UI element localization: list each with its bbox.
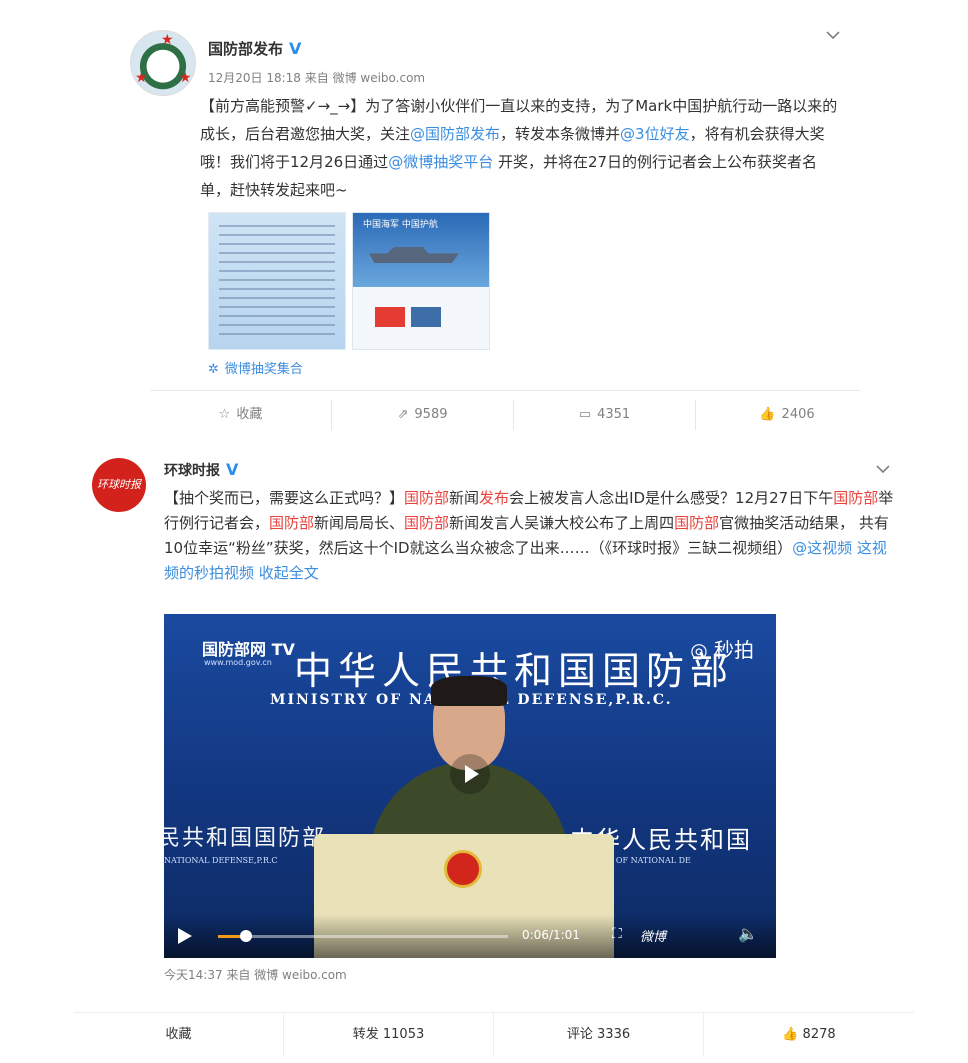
keyword-highlight: 国防部	[404, 514, 450, 532]
weibo-post-2: 环球时报 环球时报 V 【抽个奖而已，需要这么正式吗？】国防部新闻发布会上被发言人…	[74, 452, 914, 1056]
post-image-stamps[interactable]: 中国海军 中国护航	[352, 212, 490, 350]
action-star[interactable]: ☆ 收藏	[150, 400, 332, 430]
author-name[interactable]: 环球时报 V	[164, 460, 238, 480]
keyword-highlight: 国防部	[404, 489, 450, 507]
keyword-highlight: 国防部	[269, 514, 315, 532]
action-1[interactable]: 转发 11053	[284, 1013, 494, 1056]
verified-badge-icon: V	[226, 460, 239, 479]
like-icon: 👍	[782, 1027, 799, 1042]
progress-knob[interactable]	[240, 930, 253, 942]
backdrop-left-en: NATIONAL DEFENSE,P.R.C	[164, 856, 278, 865]
star-icon: ★	[135, 70, 148, 86]
lottery-collection-link[interactable]: ✲ 微博抽奖集合	[208, 358, 303, 377]
miaopai-logo: ◎ 秒拍	[690, 638, 754, 662]
post-meta: 12月20日 18:18 来自 微博 weibo.com	[208, 71, 426, 85]
star-icon: ★	[179, 70, 192, 86]
star-icon: ★	[161, 32, 174, 48]
stamp-blue	[411, 307, 441, 327]
sparkle-icon: ✲	[208, 362, 219, 377]
post-image-letter[interactable]	[208, 212, 346, 350]
chevron-down-icon[interactable]	[876, 462, 890, 476]
video-controls: 0:06/1:01 ⛶ 微博 🔈	[164, 914, 776, 958]
mention-link[interactable]: @3位好友	[620, 125, 690, 143]
text-span: ，转发本条微博并	[500, 125, 621, 143]
action-like[interactable]: 👍 2406	[696, 400, 878, 430]
text-span: 新闻局局长、	[314, 514, 405, 532]
image-caption: 中国海军 中国护航	[363, 220, 438, 230]
stamp-red	[375, 307, 405, 327]
author-avatar[interactable]: ★ ★ ★	[130, 30, 196, 96]
comment-icon: ▭	[578, 407, 592, 422]
action-3[interactable]: 👍 8278	[704, 1013, 914, 1056]
video-player[interactable]: 国防部网 TV www.mod.gov.cn 中华人民共和国国防部 MINIST…	[164, 614, 776, 958]
action-label: 2406	[781, 407, 815, 422]
volume-icon[interactable]: 🔈	[738, 924, 758, 943]
mention-link[interactable]: @微博抽奖平台	[388, 153, 493, 171]
action-label: 转发 11053	[352, 1027, 425, 1042]
mention-link[interactable]: @这视频	[792, 539, 852, 557]
author-avatar[interactable]: 环球时报	[92, 458, 146, 512]
video-net-logo: 国防部网 TV	[202, 640, 295, 659]
chevron-down-icon[interactable]	[826, 28, 840, 42]
keyword-highlight: 国防部	[674, 514, 720, 532]
keyword-highlight: 国防部	[833, 489, 879, 507]
text-span: 新闻发言人吴谦大校公布了上周四	[449, 514, 675, 532]
star-icon: ☆	[218, 407, 231, 422]
post-text: 【前方高能预警✓→_→】为了答谢小伙伴们一直以来的支持，为了Mark中国护航行动…	[200, 92, 840, 204]
action-label: 收藏	[165, 1027, 192, 1042]
backdrop-left-cn: 民共和国国防部	[164, 826, 327, 851]
action-label: 评论 3336	[566, 1027, 631, 1042]
action-label: 9589	[414, 407, 448, 422]
author-name[interactable]: 国防部发布 V	[208, 38, 301, 59]
fullscreen-icon[interactable]: ⛶	[612, 926, 622, 942]
like-icon: 👍	[759, 407, 776, 422]
action-label: 4351	[597, 407, 631, 422]
mention-link[interactable]: 收起全文	[259, 564, 319, 582]
action-2[interactable]: 评论 3336	[494, 1013, 704, 1056]
mention-link[interactable]: @国防部发布	[410, 125, 500, 143]
text-span: 会上被发言人念出ID是什么感受？12月27日下午	[509, 489, 834, 507]
play-icon[interactable]	[178, 928, 192, 944]
keyword-highlight: 发布	[479, 489, 510, 507]
post-meta: 今天14:37 来自 微博 weibo.com	[164, 968, 347, 982]
post-text: 【抽个奖而已，需要这么正式吗？】国防部新闻发布会上被发言人念出ID是什么感受？1…	[164, 486, 894, 586]
action-comment[interactable]: ▭ 4351	[514, 400, 696, 430]
verified-badge-icon: V	[289, 39, 302, 58]
post-action-bar: 收藏 转发 11053 评论 3336 👍 8278	[74, 1012, 914, 1056]
play-overlay-icon[interactable]	[450, 754, 490, 794]
action-label: 8278	[802, 1027, 836, 1042]
video-time: 0:06/1:01	[522, 928, 580, 942]
video-net-url: www.mod.gov.cn	[204, 658, 272, 667]
action-repost[interactable]: ⇗ 9589	[332, 400, 514, 430]
text-span: 新闻	[449, 489, 480, 507]
national-emblem	[444, 850, 482, 888]
text-span: 【抽个奖而已，需要这么正式吗？】	[164, 489, 405, 507]
progress-bar[interactable]	[218, 935, 508, 938]
repost-icon: ⇗	[397, 407, 409, 422]
action-0[interactable]: 收藏	[74, 1013, 284, 1056]
action-label: 收藏	[236, 407, 263, 422]
post-action-bar: ☆ 收藏 ⇗ 9589 ▭ 4351 👍 2406	[150, 400, 880, 430]
weibo-watermark: 微博	[640, 930, 667, 945]
divider	[150, 390, 860, 391]
